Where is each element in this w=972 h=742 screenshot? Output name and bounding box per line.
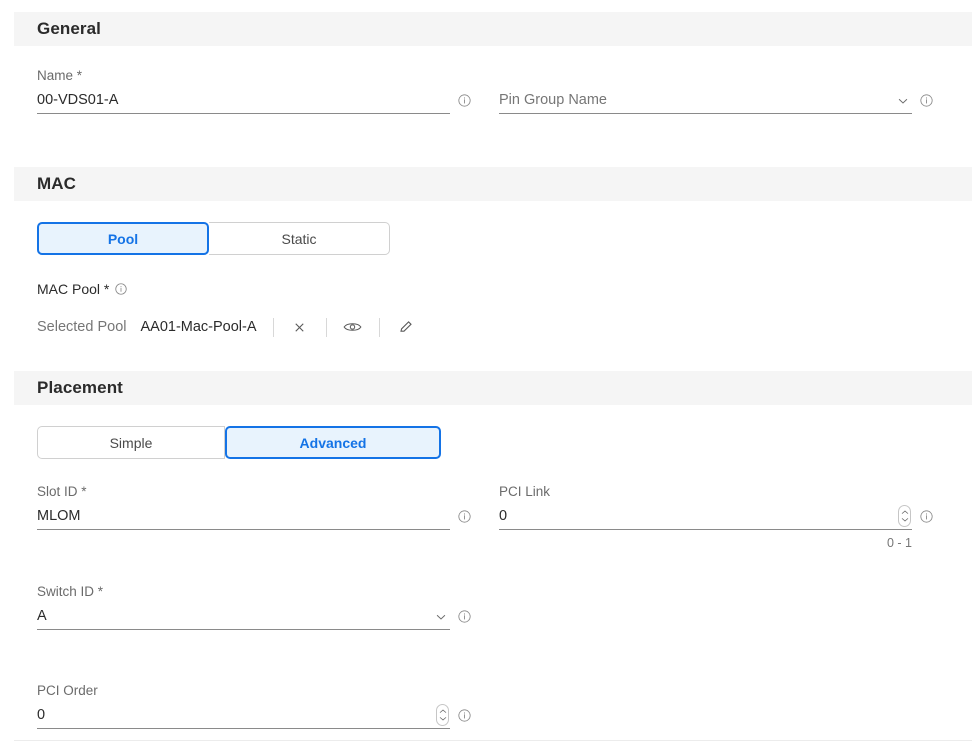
field-pci-link: PCI Link 0 0 - 1 xyxy=(499,483,940,550)
field-slot-id-row: MLOM xyxy=(37,505,478,530)
field-slot-id: Slot ID * MLOM xyxy=(37,483,478,530)
chevron-down-icon[interactable] xyxy=(896,94,910,108)
field-pci-order-label: PCI Order xyxy=(37,682,478,699)
selected-pool-prefix: Selected Pool xyxy=(37,319,126,335)
info-icon[interactable] xyxy=(115,283,128,296)
field-switch-id-label: Switch ID * xyxy=(37,583,478,600)
field-pin-group-row: Pin Group Name xyxy=(499,89,940,114)
info-icon[interactable] xyxy=(458,709,471,722)
field-name-row: 00-VDS01-A xyxy=(37,89,478,114)
field-switch-id-row: A xyxy=(37,605,478,630)
field-switch-id: Switch ID * A xyxy=(37,583,478,630)
pci-link-input[interactable]: 0 xyxy=(499,505,912,530)
info-icon[interactable] xyxy=(458,610,471,623)
pci-link-info-wrap xyxy=(912,505,940,530)
section-header-placement: Placement xyxy=(14,371,972,405)
field-pci-link-row: 0 xyxy=(499,505,940,530)
pci-link-helper-text: 0 - 1 xyxy=(499,536,912,550)
mac-pool-label: MAC Pool * xyxy=(37,281,128,297)
switch-id-info-wrap xyxy=(450,605,478,630)
mac-mode-toggle: Pool Static xyxy=(37,222,390,255)
close-icon[interactable] xyxy=(290,317,310,337)
switch-id-select[interactable]: A xyxy=(37,605,450,630)
placement-mode-option-advanced[interactable]: Advanced xyxy=(225,426,441,459)
section-header-mac: MAC xyxy=(14,167,972,201)
name-input-value: 00-VDS01-A xyxy=(37,90,118,112)
switch-id-select-value: A xyxy=(37,606,47,628)
field-pci-order-row: 0 xyxy=(37,704,478,729)
vnic-configuration-form: General Name * 00-VDS01-A Pin Group Name xyxy=(0,0,972,742)
placement-mode-option-simple[interactable]: Simple xyxy=(37,426,225,459)
divider xyxy=(273,318,274,337)
selected-pool-row: Selected Pool AA01-Mac-Pool-A xyxy=(37,317,416,337)
field-pin-group-name: Pin Group Name xyxy=(499,67,940,114)
pin-group-name-placeholder: Pin Group Name xyxy=(499,90,607,112)
eye-icon[interactable] xyxy=(343,317,363,337)
pin-group-name-select[interactable]: Pin Group Name xyxy=(499,89,912,114)
pin-group-info-wrap xyxy=(912,89,940,114)
mac-mode-option-static[interactable]: Static xyxy=(209,222,390,255)
pci-order-info-wrap xyxy=(450,704,478,729)
field-pci-link-label: PCI Link xyxy=(499,483,940,500)
field-name: Name * 00-VDS01-A xyxy=(37,67,478,114)
pci-order-input[interactable]: 0 xyxy=(37,704,450,729)
bottom-divider xyxy=(14,740,972,741)
divider xyxy=(379,318,380,337)
field-pin-group-label xyxy=(499,67,940,84)
mac-mode-option-pool[interactable]: Pool xyxy=(37,222,209,255)
info-icon[interactable] xyxy=(920,510,933,523)
section-title-placement: Placement xyxy=(14,378,123,398)
section-header-general: General xyxy=(14,12,972,46)
divider xyxy=(326,318,327,337)
field-name-label: Name * xyxy=(37,67,478,84)
name-info-wrap xyxy=(450,89,478,114)
section-title-general: General xyxy=(14,19,101,39)
info-icon[interactable] xyxy=(920,94,933,107)
slot-id-input-value: MLOM xyxy=(37,506,81,528)
field-slot-id-label: Slot ID * xyxy=(37,483,478,500)
selected-pool-value: AA01-Mac-Pool-A xyxy=(140,319,256,335)
spinner-stepper-icon[interactable] xyxy=(436,704,449,726)
placement-mode-toggle: Simple Advanced xyxy=(37,426,441,459)
mac-pool-label-text: MAC Pool * xyxy=(37,281,109,297)
info-icon[interactable] xyxy=(458,94,471,107)
section-title-mac: MAC xyxy=(14,174,76,194)
pci-order-input-value: 0 xyxy=(37,705,45,727)
chevron-down-icon[interactable] xyxy=(434,610,448,624)
slot-id-input[interactable]: MLOM xyxy=(37,505,450,530)
info-icon[interactable] xyxy=(458,510,471,523)
pci-link-input-value: 0 xyxy=(499,506,507,528)
field-pci-order: PCI Order 0 xyxy=(37,682,478,729)
name-input[interactable]: 00-VDS01-A xyxy=(37,89,450,114)
slot-id-info-wrap xyxy=(450,505,478,530)
pencil-icon[interactable] xyxy=(396,317,416,337)
spinner-stepper-icon[interactable] xyxy=(898,505,911,527)
